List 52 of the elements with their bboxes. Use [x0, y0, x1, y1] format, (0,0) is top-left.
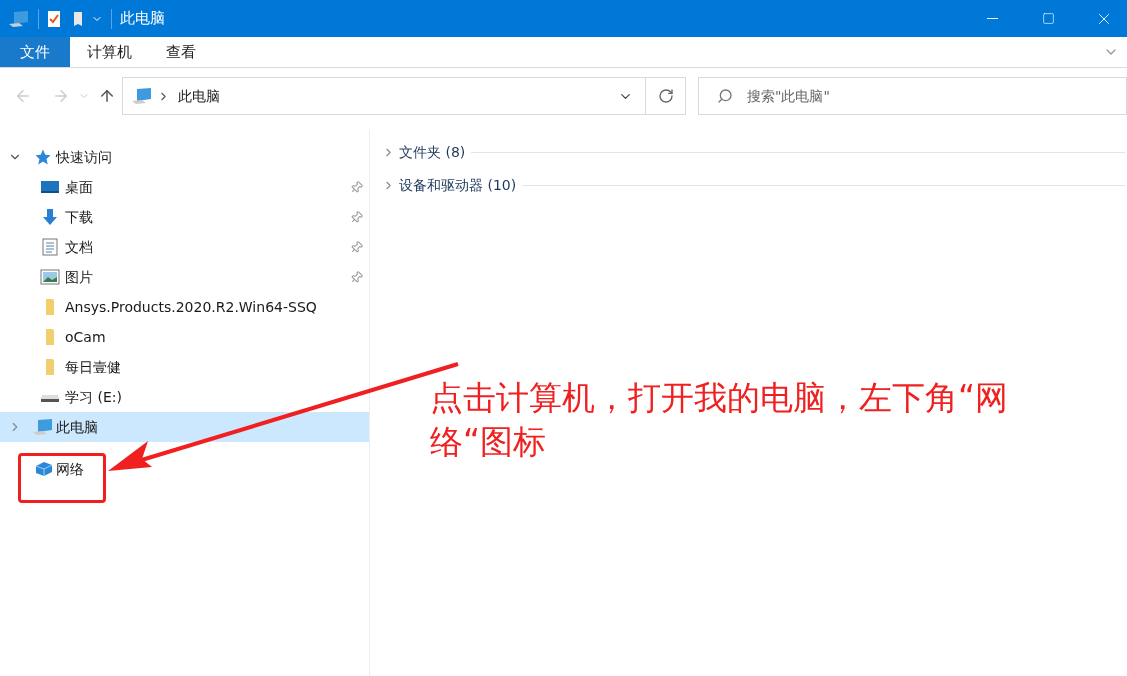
address-field[interactable]: 此电脑	[122, 77, 646, 115]
nav-item-label: 此电脑	[56, 417, 98, 437]
annotation-text: 点击计算机，打开我的电脑，左下角“网络“图标	[430, 377, 1010, 463]
properties-icon[interactable]	[47, 9, 61, 28]
nav-item-label: 文档	[65, 237, 93, 257]
nav-item-label: 桌面	[65, 177, 93, 197]
nav-item[interactable]: oCam	[0, 322, 369, 352]
ribbon-tab[interactable]: 计算机	[70, 37, 149, 67]
computer-icon	[32, 418, 54, 436]
folder-icon	[45, 358, 55, 376]
nav-item[interactable]: 下载	[0, 202, 369, 232]
nav-item[interactable]: 每日壹健	[0, 352, 369, 382]
folder-icon	[45, 298, 55, 316]
nav-item-label: 快速访问	[56, 147, 112, 167]
new-folder-icon[interactable]	[73, 10, 83, 27]
forward-arrow-icon[interactable]	[52, 87, 70, 105]
address-path: 此电脑	[178, 86, 220, 106]
picture-icon	[40, 269, 60, 285]
refresh-icon	[657, 88, 674, 104]
nav-item-label: 学习 (E:)	[65, 387, 122, 407]
search-field[interactable]: 搜索"此电脑"	[698, 77, 1127, 115]
nav-item[interactable]: 网络	[0, 454, 369, 484]
window-title: 此电脑	[120, 8, 165, 30]
nav-item-label: 下载	[65, 207, 93, 227]
refresh-button[interactable]	[646, 77, 686, 115]
nav-item-label: 每日壹健	[65, 357, 121, 377]
nav-item[interactable]: 图片	[0, 262, 369, 292]
search-icon	[717, 88, 733, 104]
nav-item[interactable]: 文档	[0, 232, 369, 262]
nav-item[interactable]: 快速访问	[0, 142, 369, 172]
desktop-icon	[40, 179, 60, 195]
minimize-icon	[986, 18, 998, 19]
document-icon	[42, 238, 58, 256]
nav-item-label: 网络	[56, 459, 84, 479]
maximize-icon	[1041, 12, 1055, 25]
nav-item[interactable]: 此电脑	[0, 412, 369, 442]
search-input[interactable]: 搜索"此电脑"	[747, 85, 1126, 107]
nav-item-label: Ansys.Products.2020.R2.Win64-SSQ	[65, 297, 317, 317]
ribbon-tab[interactable]: 查看	[149, 37, 213, 67]
star-icon	[34, 148, 52, 166]
download-arrow-icon	[41, 208, 59, 226]
nav-item-label: oCam	[65, 327, 106, 347]
nav-item[interactable]: 桌面	[0, 172, 369, 202]
computer-icon	[8, 9, 30, 28]
ribbon-tab[interactable]: 文件	[0, 37, 70, 67]
folder-icon	[45, 328, 55, 346]
nav-item[interactable]: Ansys.Products.2020.R2.Win64-SSQ	[0, 292, 369, 322]
nav-item-label: 图片	[65, 267, 93, 287]
nav-item[interactable]: 学习 (E:)	[0, 382, 369, 412]
computer-icon	[131, 87, 153, 105]
group-header[interactable]: 设备和驱动器 (10)	[399, 175, 517, 196]
group-header[interactable]: 文件夹 (8)	[399, 142, 466, 163]
